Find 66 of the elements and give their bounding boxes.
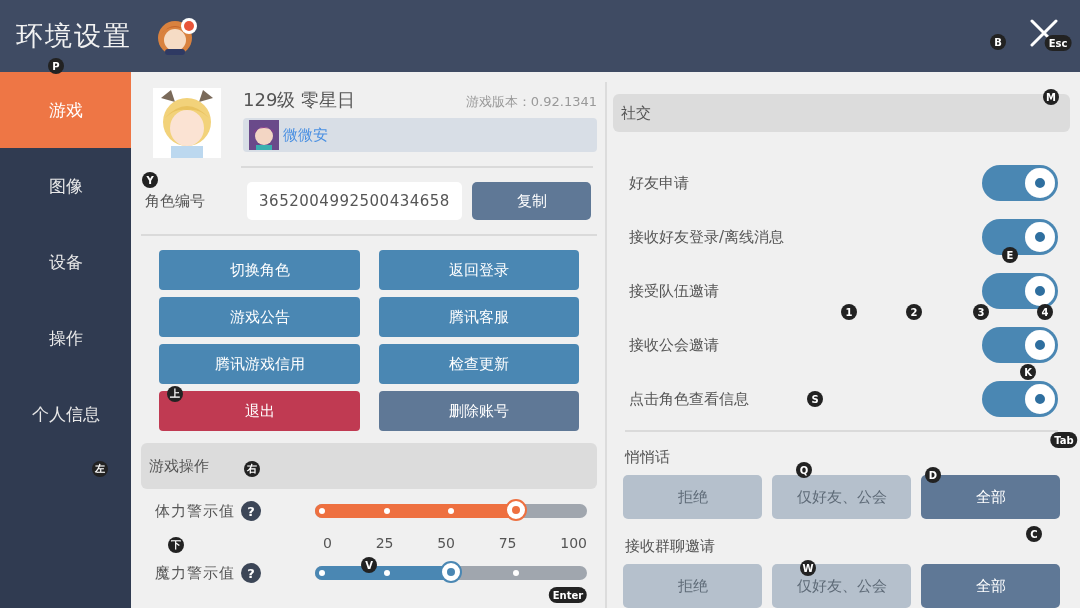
key-hint-badge: 3 — [973, 304, 989, 320]
setting-label: 接收好友登录/离线消息 — [629, 227, 785, 247]
key-hint-badge: 下 — [168, 537, 184, 553]
help-icon[interactable]: ? — [241, 563, 261, 583]
scale-label: 75 — [498, 535, 517, 551]
option-button[interactable]: 拒绝 — [623, 475, 762, 519]
slider-label: 魔力警示值 — [155, 563, 236, 583]
guild-name: 微微安 — [283, 125, 328, 145]
setting-label: 好友申请 — [629, 173, 689, 193]
option-button[interactable]: 拒绝 — [623, 564, 762, 608]
slider[interactable] — [315, 561, 587, 585]
key-hint-badge: Q — [796, 462, 812, 478]
slider-label: 体力警示值 — [155, 501, 236, 521]
sidebar-tab[interactable]: 个人信息 — [0, 376, 131, 452]
key-hint-badge: V — [361, 557, 377, 573]
scale-label: 100 — [560, 535, 587, 551]
action-button[interactable]: 检查更新 — [379, 344, 579, 384]
key-hint-badge: M — [1043, 89, 1059, 105]
action-button[interactable]: 腾讯游戏信用 — [159, 344, 360, 384]
id-field[interactable]: 3652004992500434658 — [247, 182, 462, 220]
sidebar-tab[interactable]: 图像 — [0, 148, 131, 224]
key-hint-badge: S — [807, 391, 823, 407]
toggle-switch[interactable] — [982, 273, 1058, 309]
action-button[interactable]: 返回登录 — [379, 250, 579, 290]
setting-label: 接受队伍邀请 — [629, 281, 719, 301]
key-hint-badge: 上 — [167, 386, 183, 402]
slider[interactable] — [315, 499, 587, 523]
field-label: 角色编号 — [145, 191, 206, 211]
setting-label: 悄悄话 — [625, 448, 670, 467]
key-hint-badge: 1 — [841, 304, 857, 320]
copy-button[interactable]: 复制 — [472, 182, 591, 220]
setting-label: 点击角色查看信息 — [629, 389, 749, 409]
key-hint-badge: D — [925, 467, 941, 483]
scale-label: 25 — [375, 535, 394, 551]
help-icon[interactable]: ? — [241, 501, 261, 521]
section-title: 游戏操作 — [149, 456, 209, 476]
toggle-switch[interactable] — [982, 327, 1058, 363]
scale-label: 50 — [437, 535, 455, 551]
sidebar-tab[interactable]: 操作 — [0, 300, 131, 376]
key-hint-badge: Tab — [1050, 432, 1078, 448]
key-hint-badge: Y — [142, 172, 158, 188]
key-hint-badge: E — [1002, 247, 1018, 263]
game-version: 游戏版本：0.92.1341 — [465, 93, 597, 111]
setting-label: 接收公会邀请 — [629, 335, 719, 355]
key-hint-badge: Esc — [1044, 35, 1072, 51]
action-button[interactable]: 游戏公告 — [159, 297, 360, 337]
key-hint-badge: C — [1026, 526, 1042, 542]
window-title: 环境设置 — [16, 19, 132, 53]
scale-label: 0 — [323, 535, 332, 551]
toggle-switch[interactable] — [982, 165, 1058, 201]
action-button[interactable]: 删除账号 — [379, 391, 579, 431]
key-hint-badge: 4 — [1037, 304, 1053, 320]
key-hint-badge: W — [800, 560, 816, 576]
key-hint-badge: 2 — [906, 304, 922, 320]
key-hint-badge: Enter — [548, 587, 588, 603]
option-button[interactable]: 仅好友、公会 — [772, 475, 911, 519]
character-name: 129级 零星日 — [243, 88, 356, 112]
action-button[interactable]: 腾讯客服 — [379, 297, 579, 337]
setting-label: 接收群聊邀请 — [625, 537, 715, 556]
key-hint-badge: K — [1020, 364, 1036, 380]
toggle-switch[interactable] — [982, 381, 1058, 417]
sidebar-tab[interactable]: 设备 — [0, 224, 131, 300]
option-button[interactable]: 全部 — [921, 564, 1060, 608]
sidebar-tab[interactable]: 游戏 — [0, 72, 131, 148]
action-button[interactable]: 切换角色 — [159, 250, 360, 290]
section-title: 社交 — [621, 103, 651, 123]
